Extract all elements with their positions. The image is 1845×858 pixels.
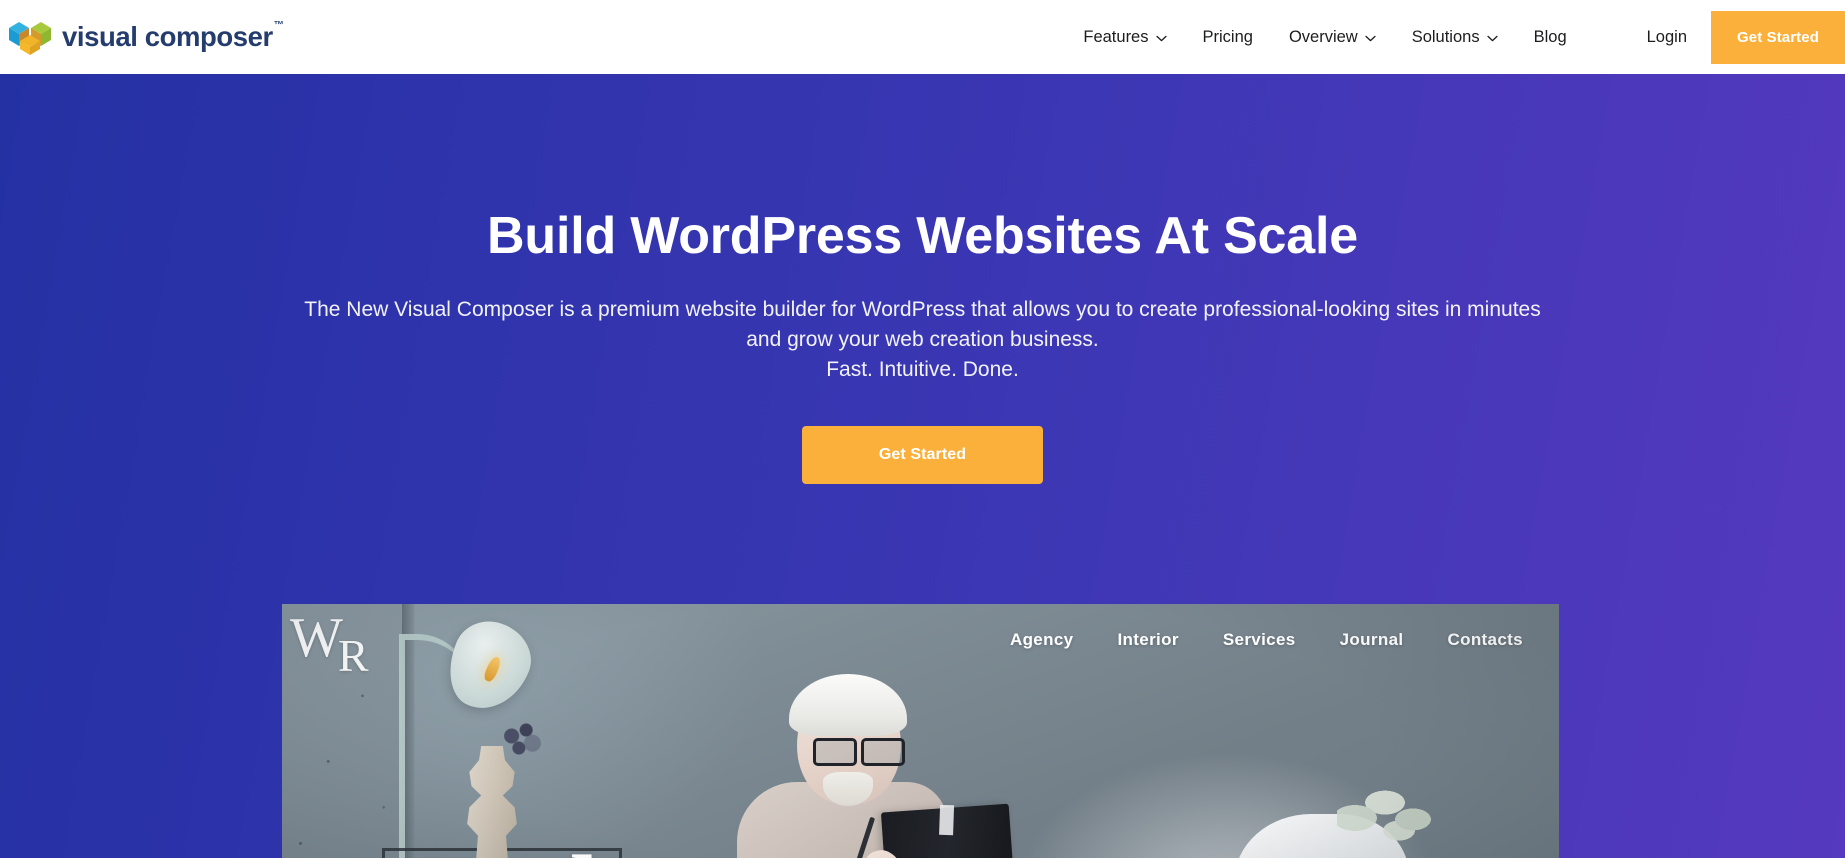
hero-subtitle-line: and grow your web creation business. [746,328,1099,351]
website-preview-screenshot[interactable]: WR Agency Interior Services Journal Cont… [282,604,1559,858]
header-get-started-button[interactable]: Get Started [1711,10,1845,64]
nav-item-features[interactable]: Features [1065,0,1184,74]
preview-dried-flowers [496,720,548,760]
hero-subtitle: The New Visual Composer is a premium web… [273,295,1573,384]
preview-person-hair [789,674,907,736]
hero-get-started-button[interactable]: Get Started [802,425,1043,484]
hero-subtitle-line: The New Visual Composer is a premium web… [304,298,1541,322]
preview-person-glasses [809,738,905,766]
nav-item-label: Pricing [1202,28,1253,46]
nav-item-solutions[interactable]: Solutions [1394,0,1516,74]
preview-monogram-r: R [337,630,370,681]
chevron-down-icon [1155,35,1167,41]
nav-item-pricing[interactable]: Pricing [1185,0,1271,74]
preview-navigation: Agency Interior Services Journal Contact… [1010,630,1523,650]
primary-navigation: Features Pricing Overview Solutions Blog… [1065,0,1845,74]
nav-item-label: Solutions [1411,28,1480,46]
chevron-down-icon [1486,35,1498,41]
visual-composer-cube-logo-icon [9,22,51,55]
hero-title: Build WordPress Websites At Scale [487,207,1358,265]
trademark-symbol: ™ [273,20,284,32]
preview-monogram-w: W [290,607,344,669]
site-logo[interactable]: visual composer™ [8,18,284,56]
nav-item-label: Overview [1288,28,1358,46]
preview-nav-item-agency[interactable]: Agency [1010,630,1074,650]
hero-subtitle-line: Fast. Intuitive. Done. [826,357,1019,381]
preview-headline: Rubenstein [420,836,1005,858]
site-header: visual composer™ Features Pricing Overvi… [0,0,1845,74]
nav-item-label: Features [1083,28,1149,46]
hero-cta-container: Get Started [0,425,1845,484]
nav-item-label: Blog [1533,28,1567,46]
page-root: visual composer™ Features Pricing Overvi… [0,0,1845,858]
preview-nav-item-journal[interactable]: Journal [1340,630,1404,650]
chevron-down-icon [1365,35,1376,41]
nav-item-blog[interactable]: Blog [1516,0,1585,74]
preview-brand-monogram: WR [290,607,376,679]
preview-plant [1337,776,1437,846]
preview-nav-item-contacts[interactable]: Contacts [1447,630,1523,650]
nav-item-overview[interactable]: Overview [1271,0,1394,74]
hero-content: Build WordPress Websites At Scale The Ne… [0,74,1845,484]
preview-nav-item-interior[interactable]: Interior [1117,630,1178,650]
hero-section: Build WordPress Websites At Scale The Ne… [0,74,1845,858]
login-link[interactable]: Login [1623,28,1711,47]
preview-nav-item-services[interactable]: Services [1223,630,1296,650]
site-logo-text: visual composer™ [62,20,284,53]
